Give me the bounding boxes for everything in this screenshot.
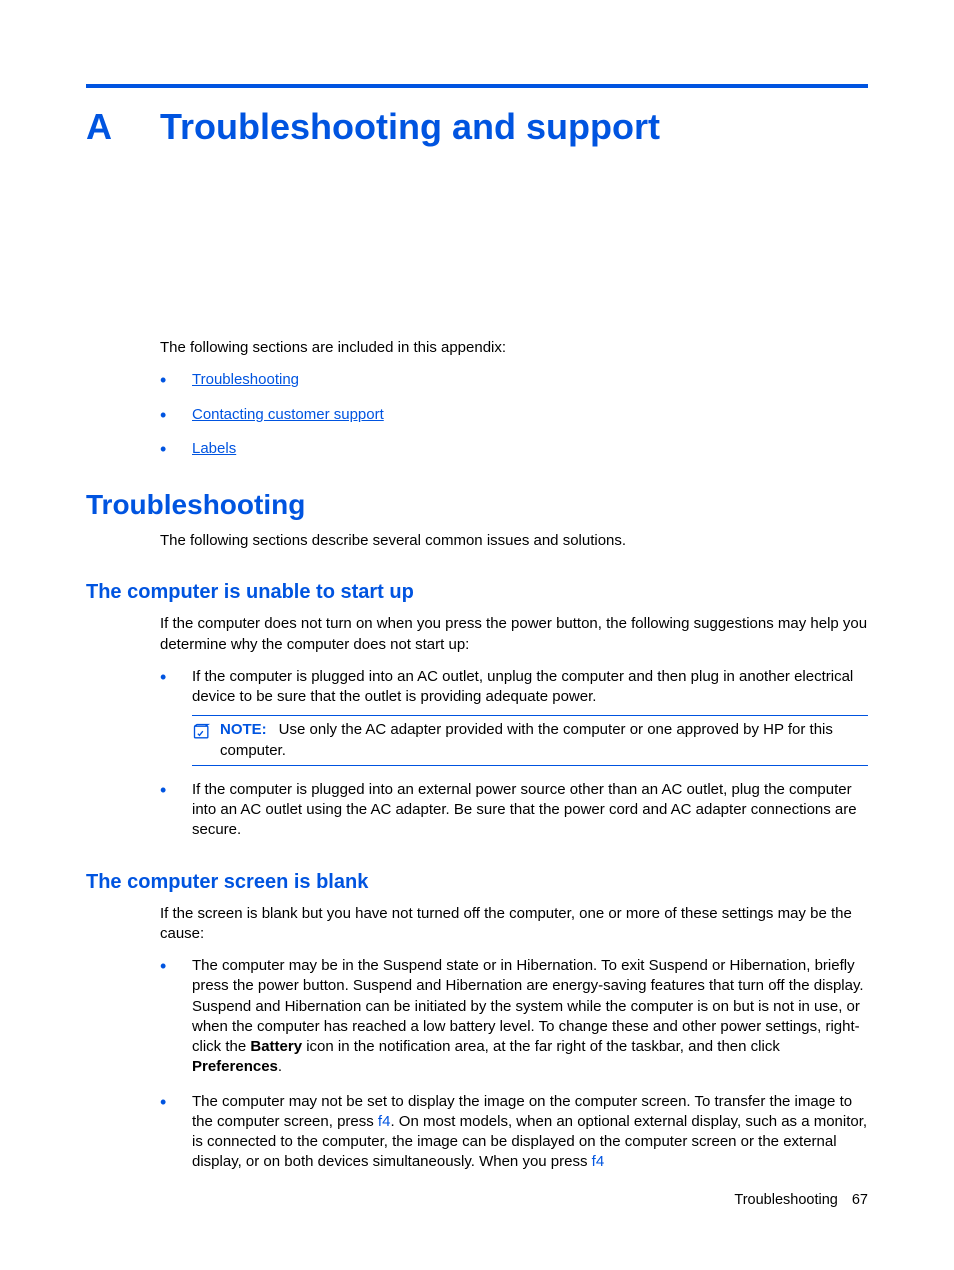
footer-label: Troubleshooting [734,1192,837,1208]
footer-page-number: 67 [852,1192,868,1208]
toc-link-contacting-support[interactable]: Contacting customer support [192,406,384,423]
toc-link-troubleshooting[interactable]: Troubleshooting [192,371,299,388]
page-footer: Troubleshooting 67 [734,1192,868,1208]
sub1-intro: If the computer does not turn on when yo… [160,614,868,655]
note-icon [192,722,214,761]
note-text: Use only the AC adapter provided with th… [220,721,833,758]
list-item: The computer may not be set to display t… [160,1092,868,1173]
note-content: NOTE:Use only the AC adapter provided wi… [220,720,868,761]
intro-paragraph: The following sections are included in t… [160,338,868,358]
top-rule [86,84,868,88]
appendix-heading: A Troubleshooting and support [86,106,868,148]
toc-link-labels[interactable]: Labels [192,440,236,457]
sub2-intro: If the screen is blank but you have not … [160,904,868,945]
list-item: Labels [160,439,868,459]
subsection-heading-screen-blank: The computer screen is blank [86,871,868,894]
list-item: The computer may be in the Suspend state… [160,956,868,1078]
subsection-heading-unable-to-start: The computer is unable to start up [86,581,868,604]
section-heading-troubleshooting: Troubleshooting [86,489,868,521]
list-item: Contacting customer support [160,405,868,425]
list-item: If the computer is plugged into an exter… [160,780,868,841]
toc-list: Troubleshooting Contacting customer supp… [160,370,868,459]
key-f4: f4 [378,1113,391,1130]
bullet-text: If the computer is plugged into an exter… [192,781,857,839]
bullet-text: If the computer is plugged into an AC ou… [192,668,853,705]
section-intro: The following sections describe several … [160,531,868,551]
sub2-bullets: The computer may be in the Suspend state… [160,956,868,1173]
bullet-text-part: . [278,1058,282,1075]
bold-preferences: Preferences [192,1058,278,1075]
bold-battery: Battery [250,1038,302,1055]
appendix-letter: A [86,106,160,148]
note-label: NOTE: [220,721,267,738]
sub1-bullets: If the computer is plugged into an AC ou… [160,667,868,841]
key-f4: f4 [592,1153,605,1170]
list-item: Troubleshooting [160,370,868,390]
bullet-text-part: icon in the notification area, at the fa… [302,1038,780,1055]
appendix-title-text: Troubleshooting and support [160,106,660,148]
note-box: NOTE:Use only the AC adapter provided wi… [192,715,868,766]
list-item: If the computer is plugged into an AC ou… [160,667,868,766]
